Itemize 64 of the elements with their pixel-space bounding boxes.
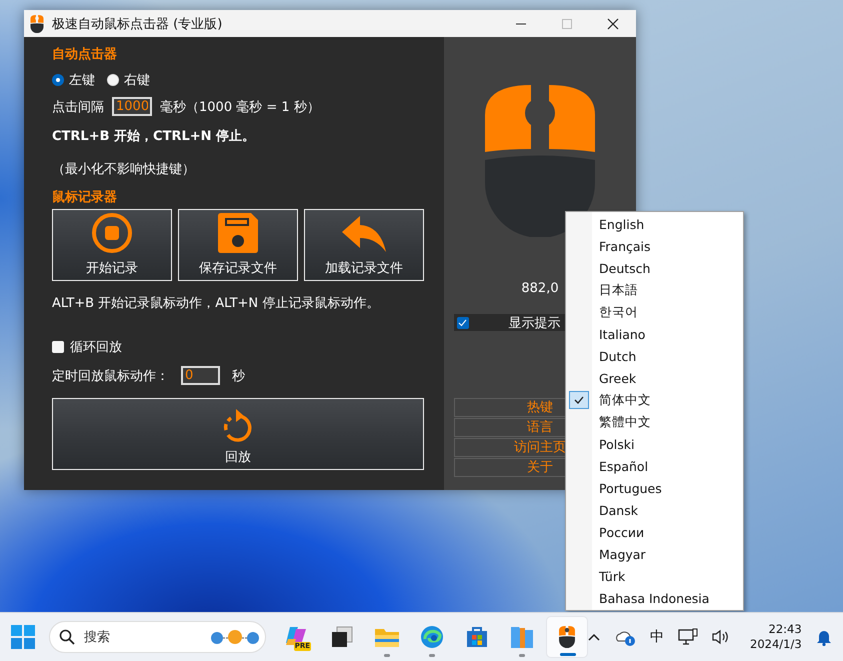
check-mark-icon: [568, 391, 588, 409]
app-logo-icon: [30, 14, 44, 32]
interval-note: 毫秒（1000 毫秒 = 1 秒）: [160, 98, 320, 116]
record-button[interactable]: 开始记录: [52, 209, 172, 281]
task-view-icon: [330, 625, 354, 649]
replay-icon: [223, 409, 253, 443]
language-menu-item[interactable]: Portugues: [566, 477, 743, 499]
language-menu-item[interactable]: Dansk: [566, 499, 743, 521]
taskbar-app[interactable]: [546, 616, 588, 658]
window-title: 极速自动鼠标点击器 (专业版): [52, 16, 224, 32]
mouse-app-icon: [559, 626, 575, 648]
browser-icon: [420, 625, 444, 649]
save-button[interactable]: 保存记录文件: [178, 209, 298, 281]
interval-label: 点击间隔: [52, 98, 104, 116]
search-highlight-drawing: [210, 627, 260, 647]
store-bag-icon: [465, 625, 489, 649]
timer-label: 定时回放鼠标动作：: [52, 368, 169, 384]
recorder-hotkey-note: ALT+B 开始记录鼠标动作，ALT+N 停止记录鼠标动作。: [52, 295, 380, 312]
radio-label[interactable]: 右键: [124, 71, 150, 89]
close-icon: [607, 18, 619, 30]
maximize-icon: [562, 18, 572, 28]
interval-field[interactable]: 1000: [112, 97, 152, 116]
language-menu-item[interactable]: Magyar: [566, 543, 743, 565]
timer-field[interactable]: 0: [181, 366, 220, 385]
language-menu-item[interactable]: Greek: [566, 367, 743, 389]
language-menu-item[interactable]: Türk: [566, 565, 743, 587]
search-field[interactable]: 搜索: [49, 621, 266, 653]
checkbox[interactable]: [52, 341, 64, 353]
language-menu-item[interactable]: English: [566, 213, 743, 235]
clock-time[interactable]: 22:43: [768, 622, 802, 637]
radio-button[interactable]: [107, 74, 119, 86]
language-menu-item[interactable]: Bahasa Indonesia: [566, 587, 743, 609]
network-icon[interactable]: [678, 628, 698, 646]
language-menu-item[interactable]: 한국어: [566, 301, 743, 323]
input-method-indicator[interactable]: 中: [650, 628, 664, 646]
hotkey-note: CTRL+B 开始，CTRL+N 停止。: [52, 128, 256, 145]
timer-unit: 秒: [232, 368, 245, 384]
language-menu-item[interactable]: Français: [566, 235, 743, 257]
undo-arrow-icon: [342, 216, 386, 254]
language-menu-item[interactable]: Dutch: [566, 345, 743, 367]
notification-bell-icon[interactable]: [816, 628, 832, 646]
radio-button[interactable]: [52, 74, 64, 86]
volume-icon[interactable]: [712, 629, 730, 645]
section-heading: 自动点击器: [52, 46, 118, 63]
start-button[interactable]: [11, 625, 35, 649]
mouse-logo-icon: [485, 85, 595, 237]
language-menu-item[interactable]: Deutsch: [566, 257, 743, 279]
language-menu-item[interactable]: России: [566, 521, 743, 543]
folder-icon: [374, 626, 400, 648]
section-heading: 鼠标记录器: [52, 189, 118, 206]
record-icon: [91, 212, 133, 254]
playback-button[interactable]: 回放: [52, 398, 424, 470]
archive-folder-icon: [510, 624, 534, 650]
language-menu-item[interactable]: 日本語: [566, 279, 743, 301]
chevron-up-icon[interactable]: [588, 633, 600, 641]
radio-label[interactable]: 左键: [69, 71, 95, 89]
checkbox[interactable]: [456, 316, 468, 328]
load-button[interactable]: 加载记录文件: [304, 209, 424, 281]
cursor-coordinates: 882,0: [521, 281, 559, 296]
search-icon: [59, 629, 75, 645]
clock-date[interactable]: 2024/1/3: [750, 637, 802, 652]
language-menu-item[interactable]: Italiano: [566, 323, 743, 345]
checkbox-label[interactable]: 循环回放: [70, 338, 122, 356]
minimize-note: （最小化不影响快捷键）: [52, 161, 196, 178]
